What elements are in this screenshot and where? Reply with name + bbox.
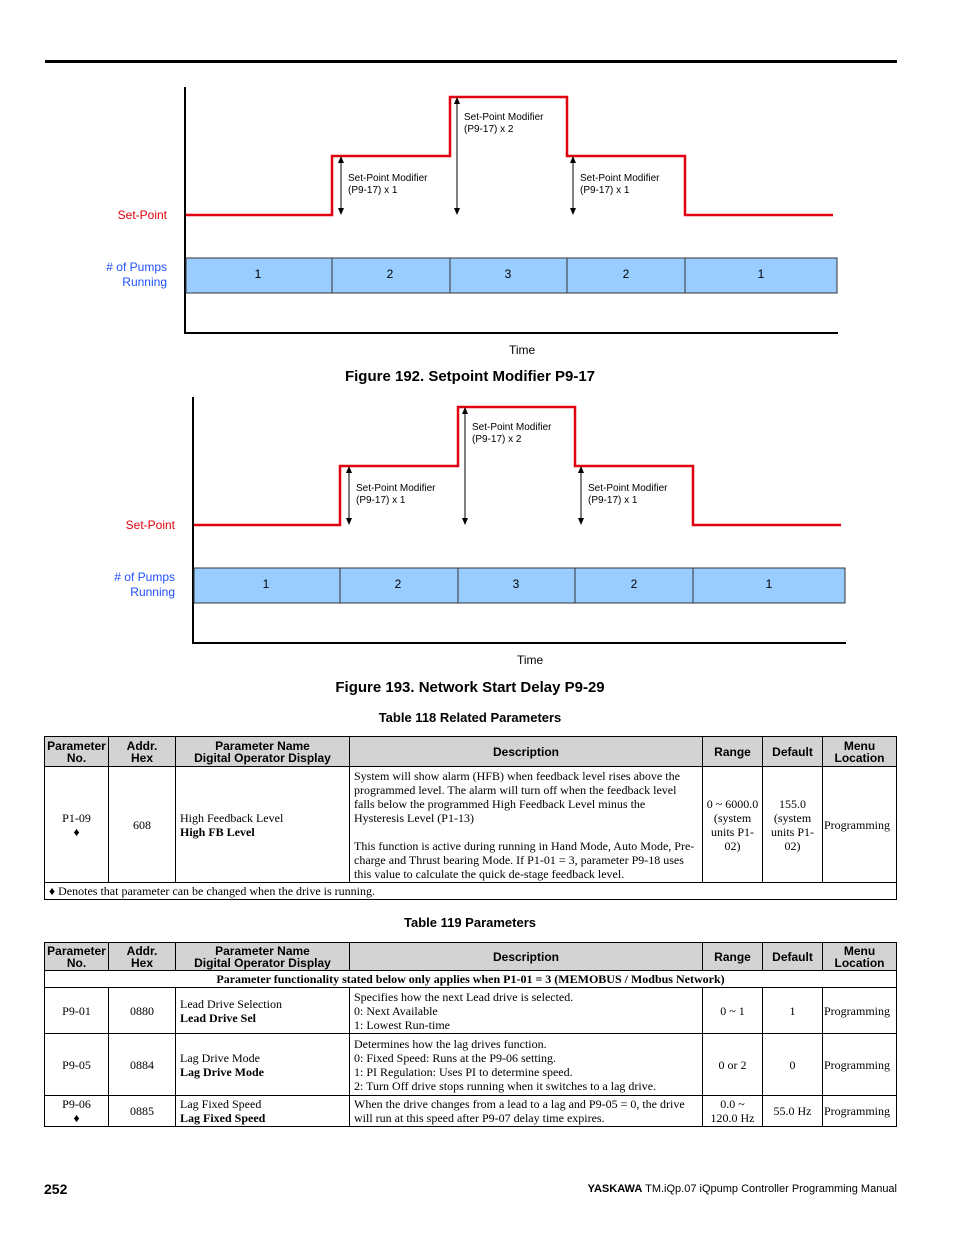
table-119: Parameter No. Addr. Hex Parameter Name Digi… — [44, 942, 897, 1127]
modifier-label: Set-Point Modifier (P9-17) x 2 — [472, 422, 552, 445]
modifier-label: Set-Point Modifier (P9-17) x 1 — [348, 173, 428, 196]
pumps-running-label: # of Pumps Running — [106, 260, 167, 289]
figure-193: Set-Point # of Pumps Running Set-Point Modi… — [8, 395, 954, 695]
table-119-caption: Table 119 Parameters — [403, 915, 536, 930]
pump-count: 1 — [757, 267, 765, 281]
figure-192: Set-Point # of Pumps Running Set-Point Modi… — [0, 85, 954, 385]
pump-count: 2 — [630, 577, 638, 591]
figure-192-caption: Figure 192. Setpoint Modifier P9-17 — [344, 368, 596, 385]
double-arrow-icon — [462, 407, 468, 525]
figure-193-caption: Figure 193. Network Start Delay P9-29 — [335, 679, 605, 696]
modifier-label: Set-Point Modifier (P9-17) x 1 — [356, 483, 436, 506]
pump-count: 1 — [254, 267, 262, 281]
table-row: P9-01 0880 Lead Drive Selection Lead Driv… — [44, 987, 897, 1034]
pump-count: 2 — [386, 267, 394, 281]
page-number: 252 — [44, 1181, 68, 1197]
pumps-running-label: # of Pumps Running — [114, 570, 175, 599]
x-axis-label: Time — [517, 653, 544, 667]
manual-page: Set-Point # of Pumps Running Set-Point Modi… — [0, 0, 954, 1235]
table-row: P9-06 ♦ 0885 Lag Fixed Speed Lag Fixed Spe… — [44, 1095, 897, 1127]
setpoint-label: Set-Point — [125, 518, 175, 532]
table-row: P1-09 ♦ 608 High Feedback Level High FB Le… — [44, 766, 897, 883]
double-arrow-icon — [570, 156, 576, 215]
table-header: Parameter No. Addr. Hex Parameter Name Digi… — [44, 942, 897, 971]
double-arrow-icon — [338, 156, 344, 215]
table-118-caption: Table 118 Related Parameters — [378, 710, 562, 725]
double-arrow-icon — [346, 466, 352, 525]
pump-count: 3 — [504, 267, 512, 281]
table-header: Parameter No. Addr. Hex Parameter Name Digi… — [44, 736, 897, 767]
pump-count: 2 — [622, 267, 630, 281]
setpoint-label: Set-Point — [117, 208, 167, 222]
table-note: ♦ Denotes that parameter can be changed … — [44, 882, 897, 900]
pump-count: 3 — [512, 577, 520, 591]
modifier-label: Set-Point Modifier (P9-17) x 2 — [464, 112, 544, 135]
footer-title: YASKAWA TM.iQp.07 iQpump Controller Prog… — [587, 1183, 897, 1195]
double-arrow-icon — [578, 466, 584, 525]
pump-count: 1 — [262, 577, 270, 591]
table-banner: Parameter functionality stated below onl… — [44, 970, 897, 988]
table-118: Parameter No. Addr. Hex Parameter Name Digi… — [44, 736, 897, 900]
double-arrow-icon — [454, 97, 460, 215]
header-rule — [45, 60, 897, 63]
x-axis-label: Time — [509, 343, 536, 357]
pump-count: 2 — [394, 577, 402, 591]
modifier-label: Set-Point Modifier (P9-17) x 1 — [588, 483, 668, 506]
modifier-label: Set-Point Modifier (P9-17) x 1 — [580, 173, 660, 196]
table-row: P9-05 0884 Lag Drive Mode Lag Drive Mode … — [44, 1033, 897, 1096]
pump-count: 1 — [765, 577, 773, 591]
